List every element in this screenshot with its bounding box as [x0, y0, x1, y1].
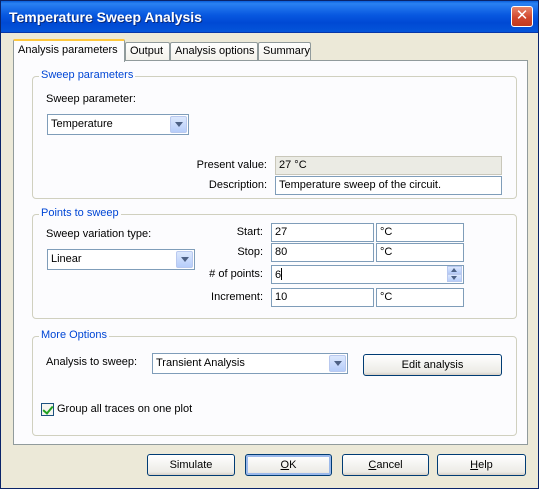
stop-input[interactable]: 80 [271, 243, 374, 262]
simulate-button[interactable]: Simulate [147, 454, 235, 476]
cancel-button[interactable]: Cancel [342, 454, 429, 476]
npoints-label: # of points: [209, 268, 263, 280]
cancel-label-rest: ancel [376, 459, 403, 471]
description-field[interactable]: Temperature sweep of the circuit. [275, 176, 502, 195]
title-bar[interactable]: Temperature Sweep Analysis ✕ [1, 1, 538, 33]
sweep-parameters-legend: Sweep parameters [39, 69, 136, 81]
ok-label-rest: K [289, 459, 297, 471]
present-value-label: Present value: [196, 159, 267, 171]
sweep-variation-label: Sweep variation type: [46, 228, 152, 240]
close-button[interactable]: ✕ [511, 6, 533, 27]
start-input[interactable]: 27 [271, 223, 374, 242]
help-label-rest: elp [478, 459, 493, 471]
analysis-to-sweep-select[interactable]: Transient Analysis [152, 353, 348, 374]
start-label: Start: [236, 226, 263, 238]
spin-down-icon[interactable] [447, 274, 462, 282]
npoints-stepper[interactable]: 6 [271, 265, 464, 284]
more-options-legend: More Options [39, 329, 110, 341]
sweep-parameters-group: Sweep parameters Sweep parameter: Temper… [32, 69, 517, 199]
increment-unit-field[interactable]: °C [376, 288, 464, 307]
increment-label: Increment: [211, 291, 263, 303]
chevron-down-icon[interactable] [170, 116, 187, 133]
tab-analysis-parameters[interactable]: Analysis parameters [13, 39, 125, 62]
points-to-sweep-group: Points to sweep Sweep variation type: Li… [32, 207, 517, 319]
group-traces-checkbox[interactable] [41, 403, 54, 416]
dialog-window: Temperature Sweep Analysis ✕ Analysis pa… [0, 0, 539, 489]
window-title: Temperature Sweep Analysis [9, 9, 202, 25]
group-traces-label[interactable]: Group all traces on one plot [57, 403, 192, 415]
sweep-variation-select[interactable]: Linear [47, 249, 195, 270]
points-to-sweep-legend: Points to sweep [39, 207, 121, 219]
text-caret [281, 268, 283, 280]
close-icon: ✕ [515, 7, 529, 24]
stop-label: Stop: [237, 246, 263, 258]
npoints-spinner[interactable] [447, 266, 462, 283]
start-unit-field[interactable]: °C [376, 223, 464, 242]
more-options-group: More Options Analysis to sweep: Transien… [32, 329, 517, 436]
stop-unit-field[interactable]: °C [376, 243, 464, 262]
tab-analysis-options[interactable]: Analysis options [170, 42, 258, 61]
ok-mnemonic: O [280, 459, 290, 471]
tab-output[interactable]: Output [125, 42, 170, 61]
present-value-field: 27 °C [275, 156, 502, 175]
sweep-variation-value: Linear [51, 253, 82, 265]
sweep-parameter-select[interactable]: Temperature [47, 114, 189, 135]
ok-button[interactable]: OK [245, 454, 332, 476]
analysis-to-sweep-label: Analysis to sweep: [46, 356, 138, 368]
sweep-parameter-label: Sweep parameter: [46, 93, 136, 105]
spin-up-icon[interactable] [447, 266, 462, 274]
tab-panel: Sweep parameters Sweep parameter: Temper… [13, 60, 528, 445]
increment-input[interactable]: 10 [271, 288, 374, 307]
tab-summary[interactable]: Summary [258, 42, 311, 61]
edit-analysis-button[interactable]: Edit analysis [363, 354, 502, 376]
sweep-parameter-value: Temperature [51, 118, 113, 130]
help-button[interactable]: Help [437, 454, 526, 476]
chevron-down-icon[interactable] [329, 355, 346, 372]
help-mnemonic: H [470, 459, 479, 471]
analysis-to-sweep-value: Transient Analysis [156, 357, 245, 369]
description-label: Description: [208, 179, 267, 191]
